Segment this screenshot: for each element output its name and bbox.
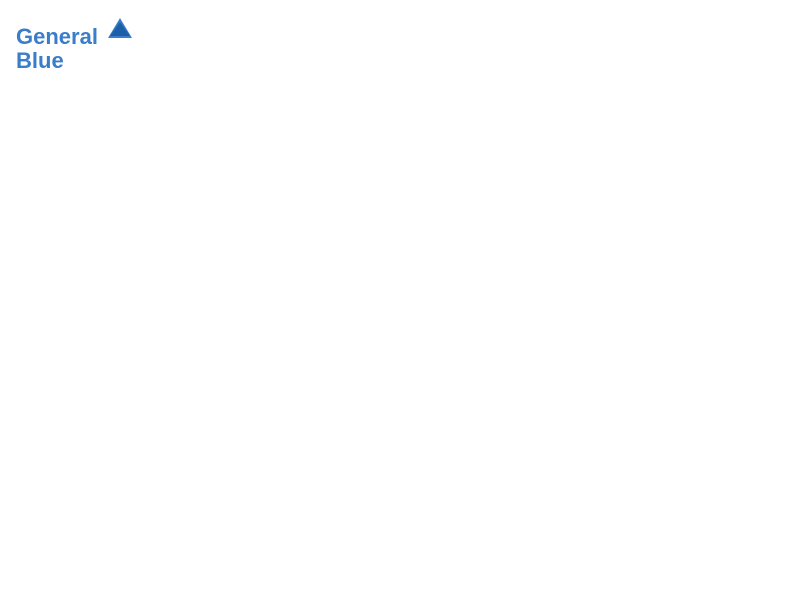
- logo: General Blue: [16, 16, 134, 73]
- page-header: General Blue: [16, 16, 776, 73]
- logo-text: General: [16, 16, 134, 49]
- logo-general: General: [16, 24, 98, 49]
- logo-icon: [106, 16, 134, 44]
- logo-blue: Blue: [16, 49, 134, 73]
